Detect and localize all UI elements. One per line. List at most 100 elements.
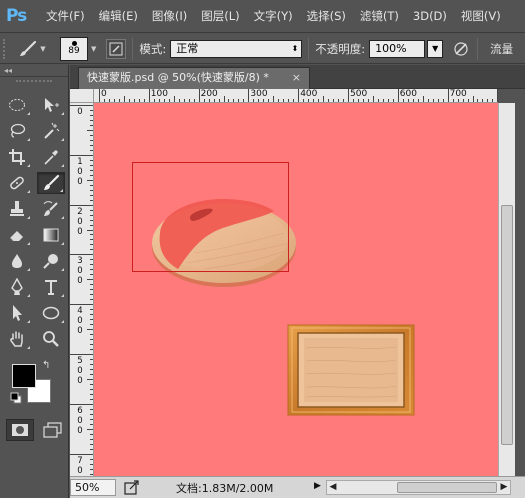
vertical-scroll-thumb[interactable] xyxy=(501,205,513,445)
ruler-tick xyxy=(437,99,439,102)
default-colors-icon[interactable] xyxy=(10,392,22,404)
horizontal-ruler[interactable]: 0 100 200 300 400 500 600 700 xyxy=(94,89,498,103)
ruler-label: 0 xyxy=(77,107,83,117)
ruler-label: 300 xyxy=(77,256,83,287)
toggle-brush-panel-button[interactable] xyxy=(106,38,127,59)
quick-mask-mode-button[interactable] xyxy=(6,419,34,441)
move-tool[interactable] xyxy=(37,94,65,116)
chevron-down-icon[interactable]: ▼ xyxy=(91,45,96,53)
vertical-ruler[interactable]: 0 100 200 300 400 500 600 700 xyxy=(70,103,94,476)
ruler-tick xyxy=(90,393,93,395)
ruler-tick xyxy=(328,99,330,102)
menu-edit[interactable]: 编辑(E) xyxy=(99,8,138,24)
ruler-tick xyxy=(90,209,93,211)
type-tool[interactable] xyxy=(37,276,65,298)
ruler-label: 200 xyxy=(77,206,83,237)
photoshop-window: Ps 文件(F) 编辑(E) 图像(I) 图层(L) 文字(Y) 选择(S) 滤… xyxy=(0,0,525,498)
zoom-tool[interactable] xyxy=(37,328,65,350)
pen-tool[interactable] xyxy=(3,276,31,298)
eyedropper-tool[interactable] xyxy=(37,146,65,168)
zoom-level-field[interactable]: 50% xyxy=(70,479,116,496)
tool-preset-picker[interactable]: ▼ xyxy=(14,38,50,60)
menu-3d[interactable]: 3D(D) xyxy=(413,9,447,23)
clone-stamp-tool[interactable] xyxy=(3,198,31,220)
magic-wand-tool[interactable] xyxy=(37,120,65,142)
ruler-tick xyxy=(248,89,250,102)
gradient-tool[interactable] xyxy=(37,224,65,246)
horizontal-scroll-thumb[interactable] xyxy=(397,482,497,493)
ruler-tick xyxy=(87,279,93,281)
ruler-tick xyxy=(90,349,93,351)
close-icon[interactable]: × xyxy=(292,68,301,88)
menu-filter[interactable]: 滤镜(T) xyxy=(360,8,399,24)
eraser-tool[interactable] xyxy=(3,224,31,246)
ruler-tick xyxy=(108,99,110,102)
ruler-tick xyxy=(482,99,484,102)
export-icon[interactable] xyxy=(124,480,140,495)
brush-tool-icon xyxy=(44,174,60,190)
vertical-scrollbar[interactable] xyxy=(498,103,515,476)
ruler-tick xyxy=(90,264,93,266)
ruler-tick xyxy=(462,99,464,102)
hand-tool[interactable] xyxy=(3,328,31,350)
pressure-opacity-button[interactable] xyxy=(451,39,471,59)
ruler-tick xyxy=(223,96,225,102)
swap-colors-icon[interactable]: ↰ xyxy=(42,360,50,371)
ruler-tick xyxy=(90,418,93,420)
path-selection-tool-icon xyxy=(13,305,22,321)
ruler-tick xyxy=(70,105,93,106)
ruler-tick xyxy=(90,334,93,336)
ruler-tick xyxy=(90,189,93,191)
ellipse-tool[interactable] xyxy=(37,302,65,324)
clone-stamp-tool-icon xyxy=(10,201,24,216)
document-tab-bar: 快速蒙版.psd @ 50%(快速蒙版/8) * × xyxy=(70,65,525,89)
ruler-tick xyxy=(87,129,93,131)
path-selection-tool[interactable] xyxy=(3,302,31,324)
screen-mode-icon xyxy=(43,422,62,438)
brush-preset-picker[interactable]: 89 xyxy=(60,36,88,61)
opacity-input[interactable]: 100% xyxy=(369,39,426,58)
scroll-right-icon[interactable]: ▶ xyxy=(498,481,510,494)
tools-panel-grip[interactable] xyxy=(16,80,52,86)
marquee-tool[interactable] xyxy=(3,94,31,116)
screen-mode-button[interactable] xyxy=(40,419,66,441)
history-brush-tool[interactable] xyxy=(37,198,65,220)
mode-label: 模式: xyxy=(139,41,167,56)
brush-tool[interactable] xyxy=(37,172,65,194)
ruler-tick xyxy=(90,149,93,151)
ruler-tick xyxy=(457,99,459,102)
tools-panel-collapse[interactable]: ◂◂ xyxy=(0,65,68,77)
menu-type[interactable]: 文字(Y) xyxy=(254,8,293,24)
ruler-tick xyxy=(278,99,280,102)
ruler-tick xyxy=(90,344,93,346)
menu-image[interactable]: 图像(I) xyxy=(152,8,187,24)
scroll-left-icon[interactable]: ◀ xyxy=(327,481,339,494)
horizontal-scrollbar[interactable]: ◀ ▶ xyxy=(326,480,511,495)
foreground-color-swatch[interactable] xyxy=(12,364,36,388)
blur-tool[interactable] xyxy=(3,250,31,272)
opacity-slider-button[interactable]: ▼ xyxy=(427,39,444,58)
menu-select[interactable]: 选择(S) xyxy=(307,8,346,24)
healing-brush-tool[interactable] xyxy=(3,172,31,194)
ruler-tick xyxy=(188,99,190,102)
ruler-tick xyxy=(90,423,93,425)
ruler-tick xyxy=(90,109,93,111)
ruler-tick xyxy=(90,274,93,276)
mode-select[interactable]: 正常 ⬍ xyxy=(170,39,303,58)
ruler-tick xyxy=(372,96,374,102)
menu-file[interactable]: 文件(F) xyxy=(46,8,85,24)
pressure-pen-icon xyxy=(454,41,468,56)
crop-tool[interactable] xyxy=(3,146,31,168)
lasso-tool[interactable] xyxy=(3,120,31,142)
info-menu-arrow-icon[interactable]: ▶ xyxy=(314,481,321,491)
options-bar-grip[interactable] xyxy=(3,38,8,59)
menu-view[interactable]: 视图(V) xyxy=(461,8,501,24)
document-canvas[interactable] xyxy=(94,103,498,476)
menu-layer[interactable]: 图层(L) xyxy=(201,8,239,24)
ruler-origin[interactable] xyxy=(70,89,94,103)
ruler-tick xyxy=(90,398,93,400)
tools-panel: ◂◂ ↰ xyxy=(0,65,69,498)
dodge-tool[interactable] xyxy=(37,250,65,272)
ruler-tick xyxy=(233,99,235,102)
document-tab[interactable]: 快速蒙版.psd @ 50%(快速蒙版/8) * × xyxy=(78,67,310,89)
